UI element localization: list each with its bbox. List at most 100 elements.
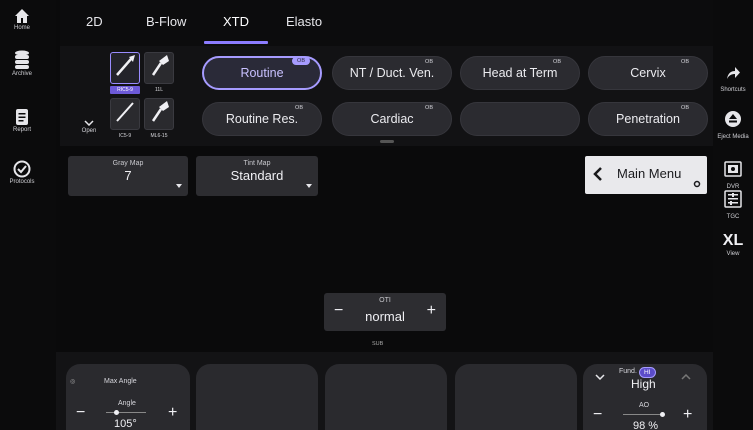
dvr-icon xyxy=(724,161,742,177)
tab-xtd[interactable]: XTD xyxy=(223,14,249,29)
gray-map-value: 7 xyxy=(124,168,132,183)
main-menu-button[interactable]: Main Menu xyxy=(585,156,707,194)
ob-badge: OB xyxy=(425,59,433,65)
ao-slider[interactable] xyxy=(623,414,663,415)
arrow-share-icon xyxy=(727,67,740,79)
probe-ic5-9[interactable] xyxy=(110,98,140,130)
preset-label: Cardiac xyxy=(370,112,414,126)
tab-elasto[interactable]: Elasto xyxy=(286,14,322,29)
chevron-down-icon[interactable] xyxy=(595,374,605,380)
angle-minus-button[interactable]: − xyxy=(76,404,85,422)
ob-badge: OB xyxy=(553,59,561,65)
dvr-button[interactable]: DVR xyxy=(713,160,753,190)
angle-slider-thumb[interactable] xyxy=(113,410,119,415)
eject-icon xyxy=(725,111,741,127)
xl-icon: XL xyxy=(722,232,744,249)
ob-badge: OB xyxy=(425,105,433,111)
preset-cervix[interactable]: Cervix OB xyxy=(588,56,708,90)
gray-map-title: Gray Map xyxy=(112,160,144,167)
probe-11l[interactable] xyxy=(144,52,174,84)
max-angle-title: Max Angle xyxy=(104,378,137,385)
probe-icon xyxy=(151,55,169,76)
chevron-up-icon[interactable] xyxy=(681,374,691,380)
eject-media-button[interactable]: Eject Media xyxy=(713,110,753,140)
shortcuts-label: Shortcuts xyxy=(720,87,746,93)
fund-value: High xyxy=(631,377,656,391)
angle-slider[interactable] xyxy=(106,412,146,413)
check-circle-icon xyxy=(13,160,31,178)
preset-nt-duct-ven[interactable]: NT / Duct. Ven. OB xyxy=(332,56,452,90)
empty-card-1 xyxy=(196,364,318,430)
archive-button[interactable]: Archive xyxy=(0,50,44,77)
preset-routine-res[interactable]: Routine Res. OB xyxy=(202,102,322,136)
protocols-label: Protocols xyxy=(9,179,35,185)
angle-label: Angle xyxy=(118,400,136,407)
preset-penetration[interactable]: Penetration OB xyxy=(588,102,708,136)
preset-routine[interactable]: Routine OB xyxy=(202,56,322,90)
tab-2d[interactable]: 2D xyxy=(86,14,103,29)
tint-map-dropdown[interactable]: Tint Map Standard xyxy=(196,156,318,196)
eject-media-label: Eject Media xyxy=(717,134,749,140)
ob-badge: OB xyxy=(681,105,689,111)
angle-plus-button[interactable]: + xyxy=(168,404,177,422)
probe-icon xyxy=(151,101,169,122)
right-sidebar: Shortcuts Eject Media DVR TGC XL View xyxy=(713,0,753,430)
report-label: Report xyxy=(12,127,31,133)
gear-icon xyxy=(693,180,701,188)
ao-plus-button[interactable]: + xyxy=(683,406,692,424)
preset-empty[interactable] xyxy=(460,102,580,136)
preset-head-at-term[interactable]: Head at Term OB xyxy=(460,56,580,90)
tab-bar: 2D B-Flow XTD Elasto xyxy=(60,0,713,46)
open-button[interactable]: Open xyxy=(76,120,102,134)
probe-label-11l: 11L xyxy=(155,87,163,93)
preset-panel: RIC5-9 11L IC5-9 ML6-15 Open Routine OB … xyxy=(60,46,713,146)
preset-label: Routine Res. xyxy=(225,112,299,126)
ao-value: 98 % xyxy=(633,420,659,430)
tab-b-flow[interactable]: B-Flow xyxy=(146,14,186,29)
preset-label: Penetration xyxy=(616,112,680,126)
probe-label-ml6-15: ML6-15 xyxy=(150,133,168,139)
probe-ric5-9[interactable] xyxy=(110,52,140,84)
protocols-button[interactable]: Protocols xyxy=(0,160,44,185)
tgc-label: TGC xyxy=(726,214,740,220)
home-button[interactable]: Home xyxy=(0,8,44,31)
preset-label: Head at Term xyxy=(482,66,558,80)
fund-ao-card: Fund. HI High AO − + 98 % xyxy=(583,364,707,430)
preset-label: Cervix xyxy=(630,66,666,80)
ao-slider-thumb[interactable] xyxy=(659,412,665,417)
preset-cardiac[interactable]: Cardiac OB xyxy=(332,102,452,136)
empty-card-2 xyxy=(325,364,447,430)
tgc-icon xyxy=(724,190,742,208)
database-icon xyxy=(15,50,29,69)
chevron-down-icon xyxy=(84,120,94,127)
max-angle-card: ◎ Max Angle Angle − + 105° xyxy=(66,364,190,430)
home-label: Home xyxy=(13,25,30,31)
ao-minus-button[interactable]: − xyxy=(593,406,602,424)
tgc-button[interactable]: TGC xyxy=(713,190,753,220)
dropdown-arrow-icon xyxy=(306,184,312,188)
oti-control: − OTI normal + xyxy=(324,293,446,331)
report-icon xyxy=(16,109,28,125)
probe-label-ric5-9: RIC5-9 xyxy=(110,86,140,94)
probe-label-ic5-9: IC5-9 xyxy=(118,133,132,139)
shortcuts-button[interactable]: Shortcuts xyxy=(713,65,753,93)
ob-badge: OB xyxy=(295,105,303,111)
home-icon xyxy=(15,9,29,23)
preset-label: NT / Duct. Ven. xyxy=(349,66,435,80)
radio-icon: ◎ xyxy=(70,379,76,385)
ob-badge: OB xyxy=(292,57,310,65)
angle-value: 105° xyxy=(114,418,137,430)
oti-plus-button[interactable]: + xyxy=(427,302,436,320)
report-button[interactable]: Report xyxy=(0,108,44,133)
probe-icon xyxy=(116,55,135,76)
chevron-left-icon xyxy=(593,167,602,181)
ob-badge: OB xyxy=(681,59,689,65)
fund-title: Fund. xyxy=(619,368,637,375)
probe-ml6-15[interactable] xyxy=(144,98,174,130)
panel-handle[interactable] xyxy=(380,140,394,143)
active-tab-indicator xyxy=(204,41,268,44)
preset-label: Routine xyxy=(240,66,284,80)
view-button[interactable]: XL View xyxy=(713,232,753,257)
gray-map-dropdown[interactable]: Gray Map 7 xyxy=(68,156,188,196)
empty-card-3 xyxy=(455,364,577,430)
